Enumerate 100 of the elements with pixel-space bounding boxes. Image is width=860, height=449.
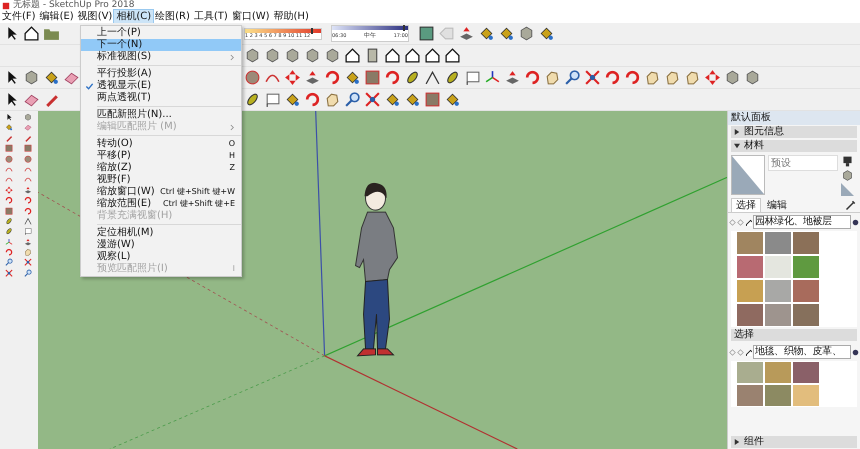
material-swatch[interactable] [737, 362, 763, 383]
menu-item-label: 缩放窗口(W) [97, 186, 156, 198]
tray-title: 默认面板 [731, 112, 771, 123]
material-preview [731, 155, 765, 195]
material-swatch[interactable] [737, 385, 763, 406]
panel-title: 选择 [734, 329, 754, 340]
material-swatch[interactable] [765, 385, 791, 406]
cube-icon[interactable] [724, 69, 741, 86]
menu-item[interactable]: 缩放范围(E) Ctrl 键+Shift 键+E [81, 198, 241, 210]
material-swatch[interactable] [765, 232, 791, 254]
slider-thumb[interactable] [403, 25, 406, 31]
push-pull-icon[interactable] [458, 25, 475, 42]
menu-item[interactable]: 编辑(E) [38, 10, 76, 24]
collapsed-triangle-icon [734, 129, 740, 135]
material-swatch[interactable] [793, 232, 819, 254]
menu-item-label: 标准视图(S) [97, 51, 152, 63]
material-swatch[interactable] [737, 232, 763, 254]
push-pull-icon[interactable] [304, 69, 321, 86]
menu-item[interactable]: 上一个(P) [81, 27, 241, 39]
house-icon[interactable] [424, 47, 441, 64]
menu-item[interactable]: 匹配新照片(N)... [81, 109, 241, 121]
menu-item[interactable]: 视图(V) [76, 10, 114, 24]
move-arrows-icon[interactable] [284, 69, 301, 86]
material-swatch[interactable] [793, 304, 819, 326]
cube-icon[interactable] [244, 47, 261, 64]
panel-header[interactable]: 材料 [731, 140, 857, 152]
sample-swatch-icon [841, 183, 854, 196]
house-icon[interactable] [344, 47, 361, 64]
panel-header[interactable]: 组件 [731, 436, 857, 448]
menu-item-label: 观察(L) [97, 251, 132, 263]
material-swatch[interactable] [793, 256, 819, 278]
menu-item[interactable]: 缩放窗口(W) Ctrl 键+Shift 键+W [81, 186, 241, 198]
cube-icon[interactable] [518, 25, 535, 42]
cube-icon[interactable] [324, 47, 341, 64]
panel-tab[interactable]: 选择 [731, 198, 761, 212]
panel-title: 组件 [744, 436, 764, 448]
menu-item-label: 视野(F) [97, 174, 132, 186]
menu-item[interactable]: 工具(T) [192, 10, 230, 24]
cube-icon[interactable] [744, 69, 761, 86]
material-swatch[interactable] [765, 362, 791, 383]
menu-item[interactable]: 定位相机(M) [81, 227, 241, 239]
menu-item-label: 下一个(N) [97, 39, 144, 50]
menu-item-label: 缩放(Z) [97, 162, 133, 174]
house-icon[interactable] [404, 47, 421, 64]
menu-item[interactable]: 视野(F) [81, 174, 241, 186]
library-dropdown[interactable]: 园林绿化、地被层 [753, 215, 851, 229]
details-icon[interactable] [852, 348, 859, 356]
menu-item[interactable]: 观察(L) [81, 251, 241, 263]
menu-item[interactable]: 标准视图(S) [81, 51, 241, 63]
menu-item[interactable]: 文件(F) [0, 10, 38, 24]
menu-item[interactable]: 漫游(W) [81, 239, 241, 251]
cube-icon[interactable] [264, 47, 281, 64]
menu-item-label: 透视显示(E) [97, 80, 152, 92]
menu-item-label: 漫游(W) [97, 239, 136, 250]
house-icon[interactable] [384, 47, 401, 64]
move-arrows-icon[interactable] [704, 69, 721, 86]
menu-item[interactable]: 透视显示(E) [81, 80, 241, 92]
material-swatch[interactable] [793, 362, 819, 383]
map-icon[interactable] [418, 25, 435, 42]
menu-item-label: 转动(O) [97, 138, 134, 150]
menu-item[interactable]: 相机(C) [114, 10, 154, 24]
menu-item-label: 平移(P) [97, 150, 132, 162]
menu-item[interactable]: 绘图(R) [153, 10, 192, 24]
panel-header[interactable]: 图元信息 [731, 126, 857, 138]
panel-tab[interactable]: 编辑 [763, 198, 791, 212]
house-icon[interactable] [23, 25, 40, 42]
material-swatch[interactable] [765, 280, 791, 302]
material-swatch[interactable] [793, 385, 819, 406]
eyedropper-icon[interactable] [845, 199, 857, 211]
menu-item[interactable]: 缩放(Z) Z [81, 162, 241, 174]
cube-icon[interactable] [23, 69, 40, 86]
cube-icon[interactable] [304, 47, 321, 64]
cube-icon[interactable] [841, 169, 854, 182]
display-icon[interactable] [841, 155, 854, 168]
shortcut: H [228, 150, 235, 162]
material-swatch[interactable] [765, 256, 791, 278]
slider-thumb[interactable] [310, 28, 313, 34]
menu-item[interactable]: 两点透视(T) [81, 92, 241, 104]
cube-icon[interactable] [284, 47, 301, 64]
menu-item[interactable]: 转动(O) O [81, 138, 241, 150]
rectangle-icon[interactable] [424, 91, 441, 108]
menu-item[interactable]: 平行投影(A) [81, 68, 241, 80]
menu-item[interactable]: 帮助(H) [272, 10, 311, 24]
library-dropdown[interactable]: 地毯、织物、皮革、 [753, 345, 851, 359]
material-swatch[interactable] [737, 304, 763, 326]
menu-item[interactable]: 窗口(W) [230, 10, 272, 24]
material-swatch[interactable] [793, 280, 819, 302]
material-swatch[interactable] [765, 304, 791, 326]
shortcut: Ctrl 键+Shift 键+E [163, 198, 235, 210]
menu-item[interactable]: 下一个(N) [81, 39, 241, 51]
push-pull-icon[interactable] [504, 69, 521, 86]
rectangle-icon[interactable] [364, 69, 381, 86]
material-swatch[interactable] [737, 256, 763, 278]
details-icon[interactable] [852, 218, 859, 226]
material-swatch[interactable] [737, 280, 763, 302]
panel-title: 材料 [744, 140, 764, 152]
material-name-field[interactable]: 预设 [768, 155, 838, 171]
menu-item[interactable]: 平移(P) H [81, 150, 241, 162]
window-title: 无标题 - SketchUp Pro 2018 [13, 0, 134, 10]
house-icon[interactable] [444, 47, 461, 64]
